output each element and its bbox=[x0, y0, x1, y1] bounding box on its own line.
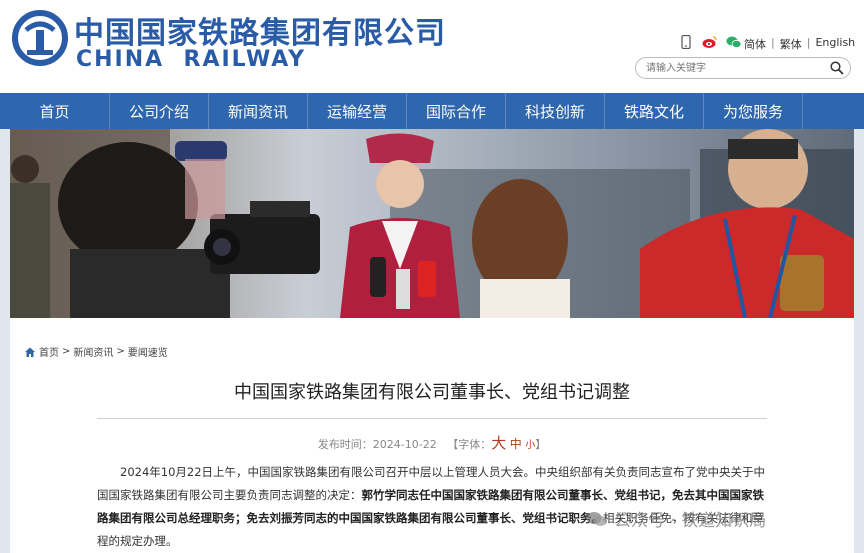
breadcrumb-headlines[interactable]: 要闻速览 bbox=[128, 344, 168, 359]
search-icon[interactable] bbox=[830, 61, 844, 75]
wechat-watermark-icon bbox=[586, 511, 607, 526]
nav-item-technology[interactable]: 科技创新 bbox=[506, 93, 605, 129]
search-input[interactable] bbox=[646, 61, 816, 75]
article-title: 中国国家铁路集团有限公司董事长、党组书记调整 bbox=[234, 382, 630, 403]
china-railway-logo-icon[interactable] bbox=[12, 10, 68, 66]
watermark-text: 公众号 · 铁道知识局 bbox=[614, 511, 767, 531]
logo-english-name[interactable]: CHINA RAILWAY bbox=[76, 47, 306, 72]
lang-separator: | bbox=[771, 36, 775, 49]
publish-date: 2024-10-22 bbox=[372, 438, 437, 451]
site-header: 中国国家铁路集团有限公司 CHINA RAILWAY 简体 | 繁体 | Eng… bbox=[0, 0, 864, 93]
banner-photo bbox=[10, 129, 854, 318]
phone-icon[interactable] bbox=[678, 34, 694, 50]
weibo-icon[interactable] bbox=[702, 34, 718, 50]
nav-item-international[interactable]: 国际合作 bbox=[407, 93, 506, 129]
wechat-icon[interactable] bbox=[726, 34, 742, 50]
logo-chinese-name[interactable]: 中国国家铁路集团有限公司 bbox=[74, 8, 446, 52]
nav-item-about[interactable]: 公司介绍 bbox=[110, 93, 209, 129]
title-divider bbox=[97, 418, 767, 419]
nav-item-home[interactable]: 首页 bbox=[0, 93, 110, 129]
font-size-medium-button[interactable]: 中 bbox=[510, 437, 522, 451]
lang-simplified-link[interactable]: 简体 bbox=[744, 36, 766, 52]
watermark: 公众号 · 铁道知识局 bbox=[586, 506, 766, 531]
main-nav: 首页 公司介绍 新闻资讯 运输经营 国际合作 科技创新 铁路文化 为您服务 bbox=[0, 93, 864, 129]
lang-separator: | bbox=[806, 36, 811, 49]
lang-english-link[interactable]: English bbox=[815, 36, 855, 52]
article-meta: 发布时间：2024-10-22 【字体：大 中 小】 bbox=[10, 432, 854, 453]
nav-item-news[interactable]: 新闻资讯 bbox=[209, 93, 308, 129]
nav-item-culture[interactable]: 铁路文化 bbox=[605, 93, 704, 129]
font-size-small-button[interactable]: 小 bbox=[525, 440, 535, 451]
nav-item-service[interactable]: 为您服务 bbox=[704, 93, 803, 129]
search-box bbox=[635, 57, 851, 79]
breadcrumb: 首页 > 新闻资讯 > 要闻速览 bbox=[24, 344, 168, 359]
home-icon bbox=[25, 347, 35, 357]
breadcrumb-separator: > bbox=[62, 346, 71, 357]
breadcrumb-separator: > bbox=[116, 346, 125, 357]
top-icon-group bbox=[678, 34, 742, 50]
breadcrumb-news[interactable]: 新闻资讯 bbox=[73, 344, 113, 359]
lang-traditional-link[interactable]: 繁体 bbox=[780, 36, 802, 52]
font-size-large-button[interactable]: 大 bbox=[491, 434, 506, 452]
language-switcher: 简体 | 繁体 | English bbox=[744, 36, 855, 52]
nav-item-transport[interactable]: 运输经营 bbox=[308, 93, 407, 129]
font-size-close: 】 bbox=[535, 438, 547, 451]
breadcrumb-home[interactable]: 首页 bbox=[39, 344, 59, 359]
font-size-open: 【字体： bbox=[447, 438, 492, 451]
publish-date-label: 发布时间： bbox=[317, 438, 373, 451]
